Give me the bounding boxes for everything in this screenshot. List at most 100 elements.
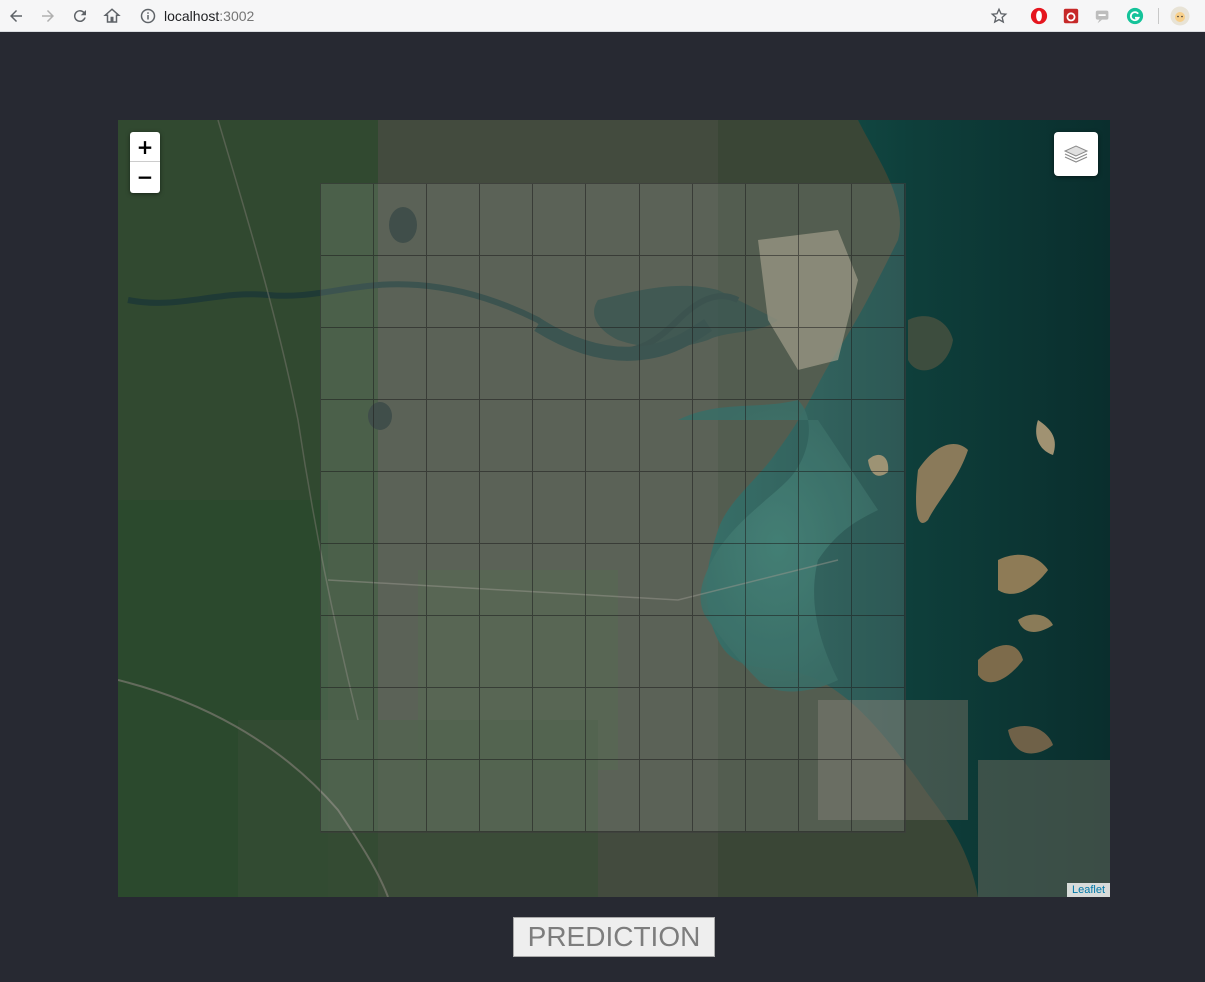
grid-cell[interactable] — [374, 760, 428, 832]
grid-cell[interactable] — [851, 256, 905, 328]
address-bar[interactable]: localhost:3002 — [140, 3, 840, 29]
grid-cell[interactable] — [798, 760, 852, 832]
grid-cell[interactable] — [427, 688, 481, 760]
grid-cell[interactable] — [745, 400, 799, 472]
grid-cell[interactable] — [745, 472, 799, 544]
grid-cell[interactable] — [480, 328, 534, 400]
grid-cell[interactable] — [851, 688, 905, 760]
grid-cell[interactable] — [745, 616, 799, 688]
prediction-grid[interactable] — [320, 183, 906, 833]
grid-cell[interactable] — [427, 184, 481, 256]
grid-cell[interactable] — [374, 616, 428, 688]
grid-cell[interactable] — [639, 328, 693, 400]
grid-cell[interactable] — [427, 760, 481, 832]
grid-cell[interactable] — [427, 328, 481, 400]
grid-cell[interactable] — [692, 256, 746, 328]
grid-cell[interactable] — [480, 184, 534, 256]
grid-cell[interactable] — [692, 688, 746, 760]
zoom-out-button[interactable]: − — [130, 162, 160, 192]
grid-cell[interactable] — [321, 184, 375, 256]
layers-button[interactable] — [1054, 132, 1098, 176]
star-icon[interactable] — [988, 5, 1010, 27]
grid-cell[interactable] — [639, 544, 693, 616]
grid-cell[interactable] — [533, 256, 587, 328]
grid-cell[interactable] — [692, 544, 746, 616]
grid-cell[interactable] — [321, 760, 375, 832]
grid-cell[interactable] — [480, 400, 534, 472]
grid-cell[interactable] — [798, 544, 852, 616]
grid-cell[interactable] — [745, 760, 799, 832]
grid-cell[interactable] — [639, 256, 693, 328]
grid-cell[interactable] — [586, 688, 640, 760]
grid-cell[interactable] — [851, 472, 905, 544]
grid-cell[interactable] — [851, 544, 905, 616]
grid-cell[interactable] — [374, 328, 428, 400]
grid-cell[interactable] — [586, 328, 640, 400]
grid-cell[interactable] — [533, 544, 587, 616]
profile-avatar[interactable] — [1169, 5, 1191, 27]
grid-cell[interactable] — [374, 184, 428, 256]
forward-icon[interactable] — [36, 4, 60, 28]
grid-cell[interactable] — [321, 472, 375, 544]
grid-cell[interactable] — [480, 688, 534, 760]
grid-cell[interactable] — [798, 400, 852, 472]
home-icon[interactable] — [100, 4, 124, 28]
attribution-link[interactable]: Leaflet — [1066, 883, 1110, 897]
grid-cell[interactable] — [745, 328, 799, 400]
grid-cell[interactable] — [586, 616, 640, 688]
grid-cell[interactable] — [639, 760, 693, 832]
grid-cell[interactable] — [798, 616, 852, 688]
grid-cell[interactable] — [692, 184, 746, 256]
grid-cell[interactable] — [639, 472, 693, 544]
grid-cell[interactable] — [692, 616, 746, 688]
grid-cell[interactable] — [692, 472, 746, 544]
grid-cell[interactable] — [480, 472, 534, 544]
back-icon[interactable] — [4, 4, 28, 28]
grid-cell[interactable] — [374, 472, 428, 544]
grid-cell[interactable] — [480, 544, 534, 616]
grid-cell[interactable] — [692, 760, 746, 832]
grid-cell[interactable] — [586, 472, 640, 544]
grid-cell[interactable] — [745, 544, 799, 616]
grid-cell[interactable] — [798, 328, 852, 400]
grid-cell[interactable] — [533, 472, 587, 544]
grid-cell[interactable] — [480, 256, 534, 328]
grid-cell[interactable] — [798, 256, 852, 328]
reload-icon[interactable] — [68, 4, 92, 28]
grid-cell[interactable] — [639, 400, 693, 472]
grid-cell[interactable] — [321, 256, 375, 328]
grid-cell[interactable] — [745, 688, 799, 760]
grid-cell[interactable] — [851, 760, 905, 832]
grid-cell[interactable] — [851, 184, 905, 256]
grid-cell[interactable] — [851, 616, 905, 688]
grid-cell[interactable] — [427, 616, 481, 688]
satellite-map[interactable]: + − Leaflet — [118, 120, 1110, 897]
grid-cell[interactable] — [692, 400, 746, 472]
grid-cell[interactable] — [533, 760, 587, 832]
grid-cell[interactable] — [798, 184, 852, 256]
zoom-in-button[interactable]: + — [130, 132, 160, 162]
grid-cell[interactable] — [586, 760, 640, 832]
grid-cell[interactable] — [321, 328, 375, 400]
grid-cell[interactable] — [533, 328, 587, 400]
grid-cell[interactable] — [745, 184, 799, 256]
grid-cell[interactable] — [639, 616, 693, 688]
chat-ext-icon[interactable] — [1092, 5, 1114, 27]
grid-cell[interactable] — [851, 328, 905, 400]
grid-cell[interactable] — [639, 688, 693, 760]
grammarly-ext-icon[interactable] — [1124, 5, 1146, 27]
grid-cell[interactable] — [586, 544, 640, 616]
grid-cell[interactable] — [798, 688, 852, 760]
grid-cell[interactable] — [321, 616, 375, 688]
grid-cell[interactable] — [321, 544, 375, 616]
grid-cell[interactable] — [480, 616, 534, 688]
grid-cell[interactable] — [427, 400, 481, 472]
grid-cell[interactable] — [321, 688, 375, 760]
grid-cell[interactable] — [851, 400, 905, 472]
grid-cell[interactable] — [533, 616, 587, 688]
grid-cell[interactable] — [533, 400, 587, 472]
grid-cell[interactable] — [427, 544, 481, 616]
grid-cell[interactable] — [374, 688, 428, 760]
prediction-button[interactable]: PREDICTION — [513, 917, 715, 957]
ladybug-ext-icon[interactable] — [1060, 5, 1082, 27]
